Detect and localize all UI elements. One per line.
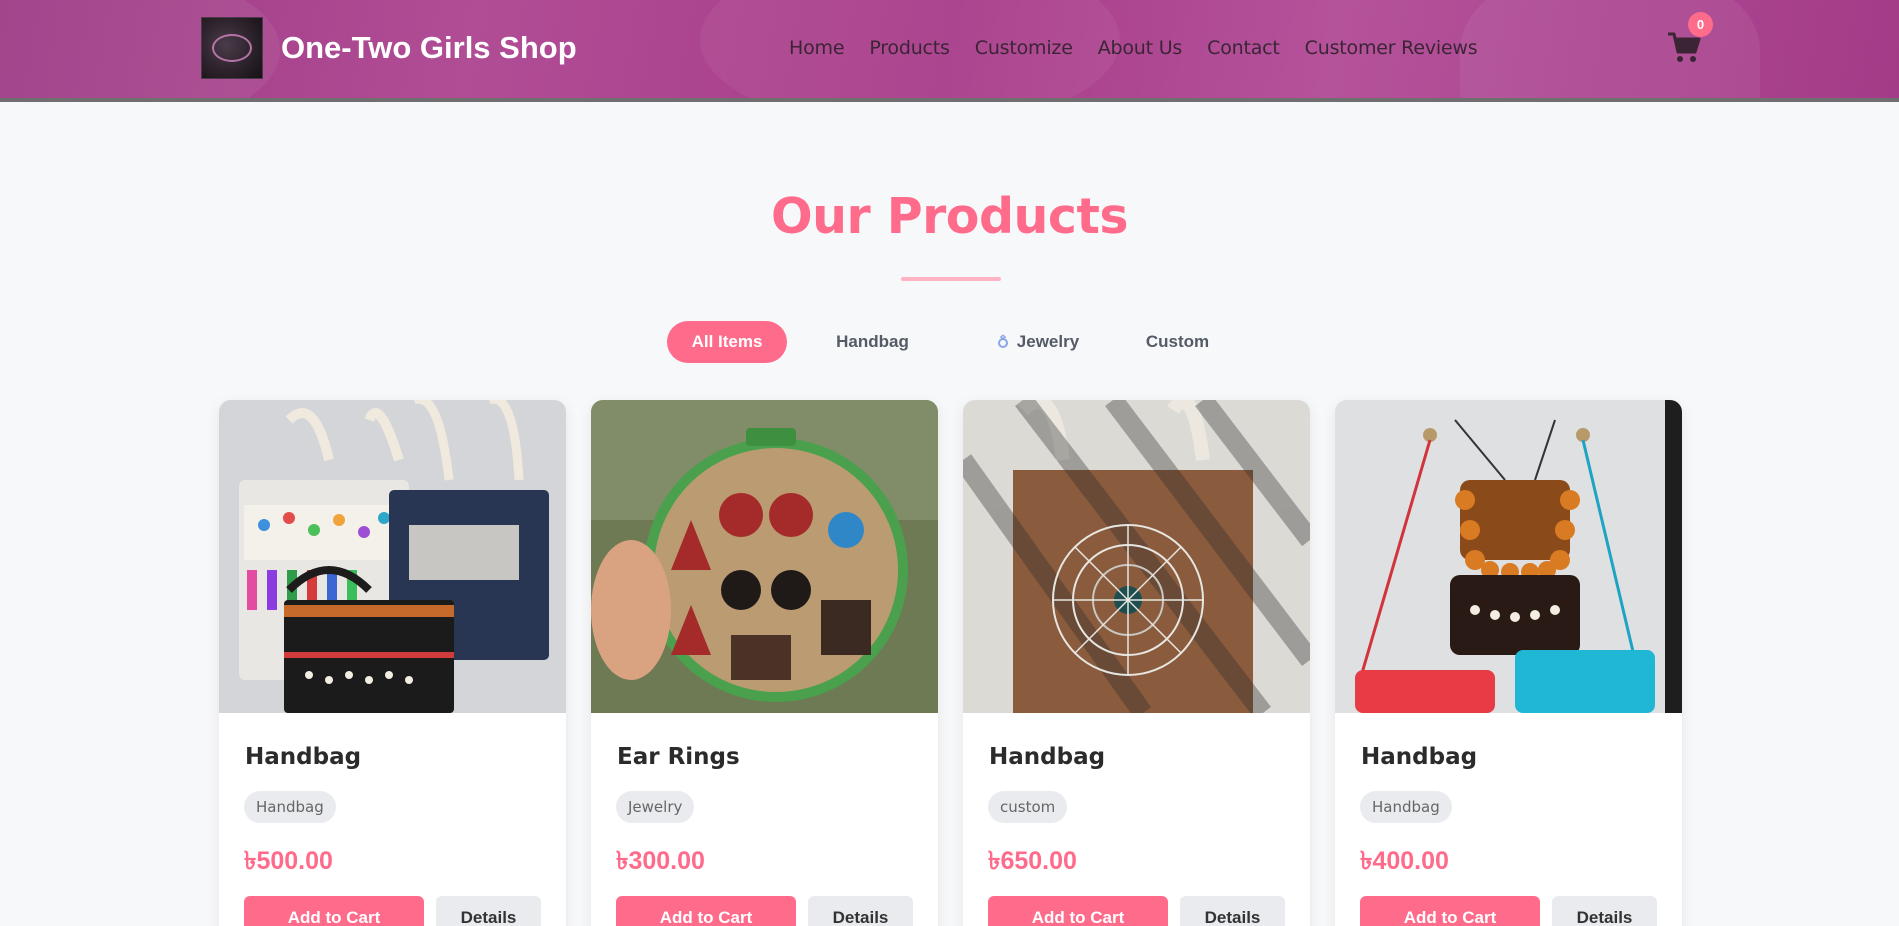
site-header: One-Two Girls Shop Home Products Customi… (0, 0, 1899, 102)
product-name: Handbag (1361, 744, 1478, 770)
add-to-cart-button[interactable]: Add to Cart (988, 896, 1168, 926)
filter-handbag[interactable]: Handbag (815, 321, 930, 363)
hanging-bags-photo[interactable] (1335, 400, 1682, 713)
product-card: Ear Rings Jewelry ৳300.00 Add to Cart De… (591, 400, 938, 926)
tote-bags-photo[interactable] (219, 400, 566, 713)
title-underline (901, 277, 1001, 281)
details-button[interactable]: Details (1552, 896, 1657, 926)
add-to-cart-button[interactable]: Add to Cart (244, 896, 424, 926)
shop-logo[interactable] (201, 17, 263, 79)
product-price: ৳650.00 (988, 847, 1077, 875)
product-price: ৳500.00 (244, 847, 333, 875)
filter-label: All Items (691, 332, 763, 351)
filter-all-items[interactable]: All Items (667, 321, 787, 363)
nav-home[interactable]: Home (789, 37, 845, 59)
product-card: Handbag Handbag ৳500.00 Add to Cart Deta… (219, 400, 566, 926)
details-button[interactable]: Details (1180, 896, 1285, 926)
product-category-tag: Handbag (244, 791, 336, 823)
category-filters: All Items Handbag Jewelry Custom (0, 321, 1899, 363)
cart-count-badge: 0 (1688, 12, 1713, 37)
add-to-cart-button[interactable]: Add to Cart (616, 896, 796, 926)
product-name: Ear Rings (617, 744, 740, 770)
brand-name[interactable]: One-Two Girls Shop (281, 30, 577, 66)
filter-label: Jewelry (1016, 332, 1080, 351)
nav-products[interactable]: Products (869, 37, 950, 59)
filter-label: Handbag (836, 332, 909, 351)
nav-customize[interactable]: Customize (975, 37, 1073, 59)
nav-customer-reviews[interactable]: Customer Reviews (1305, 37, 1478, 59)
product-price: ৳400.00 (1360, 847, 1449, 875)
earrings-hoop-photo[interactable] (591, 400, 938, 713)
details-button[interactable]: Details (436, 896, 541, 926)
main-nav: Home Products Customize About Us Contact… (789, 37, 1502, 59)
product-price: ৳300.00 (616, 847, 705, 875)
filter-jewelry[interactable]: Jewelry (968, 321, 1108, 363)
filter-label: Custom (1145, 332, 1210, 351)
product-name: Handbag (245, 744, 362, 770)
product-card: Handbag Handbag ৳400.00 Add to Cart Deta… (1335, 400, 1682, 926)
product-category-tag: Handbag (1360, 791, 1452, 823)
product-category-tag: custom (988, 791, 1068, 823)
product-category-tag: Jewelry (616, 791, 695, 823)
details-button[interactable]: Details (808, 896, 913, 926)
brown-tote-photo[interactable] (963, 400, 1310, 713)
filter-custom[interactable]: Custom (1120, 321, 1235, 363)
product-card: Handbag custom ৳650.00 Add to Cart Detai… (963, 400, 1310, 926)
page-title: Our Products (770, 188, 1129, 245)
nav-contact[interactable]: Contact (1207, 37, 1280, 59)
product-name: Handbag (989, 744, 1106, 770)
add-to-cart-button[interactable]: Add to Cart (1360, 896, 1540, 926)
nav-about-us[interactable]: About Us (1098, 37, 1183, 59)
ring-icon (997, 334, 1008, 348)
